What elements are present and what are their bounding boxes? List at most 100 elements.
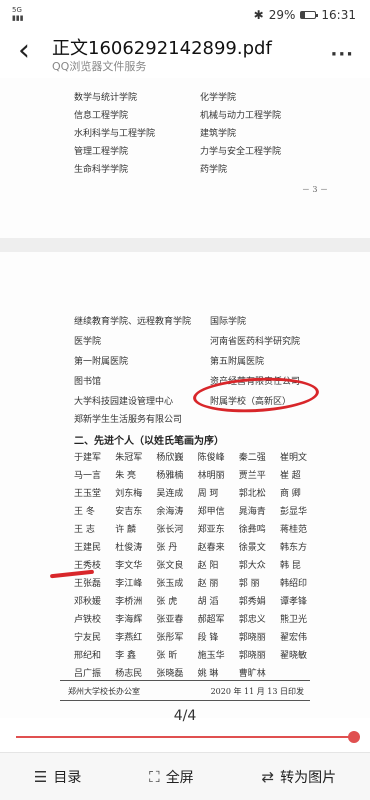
pdf-viewer[interactable]: 数学与统计学院 化学学院 信息工程学院 机械与动力工程学院 水利科学与工程学院 … — [0, 78, 370, 718]
document-title: 正文1606292142899.pdf — [52, 38, 272, 59]
name-cell: 韩东方 — [279, 543, 307, 553]
name-cell: 翟宏伟 — [279, 633, 307, 643]
app-header: ‹ 正文1606292142899.pdf QQ浏览器文件服务 ··· — [0, 30, 370, 78]
name-cell: 郑甲信 — [197, 507, 225, 517]
name-cell: 张 昕 — [156, 651, 178, 661]
page-progress-bar[interactable] — [16, 736, 354, 738]
name-cell: 晁海青 — [238, 507, 266, 517]
fullscreen-button[interactable]: ⛶ 全屏 — [149, 767, 194, 787]
image-convert-icon: ⇄ — [261, 767, 275, 786]
name-cell: 陈俊峰 — [197, 453, 225, 463]
battery-text: 29% — [268, 8, 296, 22]
list-item: 图书馆 — [74, 377, 102, 387]
list-item: 建筑学院 — [200, 129, 237, 139]
name-cell: 张 丹 — [156, 543, 178, 553]
name-cell: 翟晓敏 — [279, 651, 307, 661]
name-cell: 郭北松 — [238, 489, 266, 499]
list-item: 继续教育学院、远程教育学院 — [74, 317, 192, 327]
name-cell: 王 志 — [74, 525, 95, 535]
fullscreen-icon: ⛶ — [149, 767, 160, 786]
name-cell: 王建民 — [74, 543, 102, 553]
name-cell: 郭大众 — [238, 561, 266, 571]
toc-label: 目录 — [53, 769, 82, 786]
name-cell: 徐景文 — [238, 543, 266, 553]
signal-text: 5G — [12, 6, 22, 14]
table-row: 吕广振 杨志民 张晓磊 姚 琳 曹旷林 — [74, 666, 314, 679]
list-item: 信息工程学院 — [74, 111, 129, 121]
back-chevron-icon[interactable]: ‹ — [18, 36, 30, 66]
list-item: 医学院 — [74, 337, 102, 347]
name-cell: 周 珂 — [197, 489, 219, 499]
name-cell: 王张磊 — [74, 579, 102, 589]
name-cell: 邓秋媛 — [74, 597, 102, 607]
list-item: 河南省医药科学研究院 — [210, 337, 301, 347]
bottom-toolbar: ☰ 目录 ⛶ 全屏 ⇄ 转为图片 — [0, 752, 370, 800]
footer-rule-bottom — [60, 700, 310, 701]
issuing-office: 郑州大学校长办公室 — [68, 687, 140, 696]
table-row: 王建民 杜俊涛 张 丹 赵春来 徐景文 韩东方 — [74, 540, 314, 553]
name-cell: 李桥洲 — [115, 597, 143, 607]
pdf-page-3: 数学与统计学院 化学学院 信息工程学院 机械与动力工程学院 水利科学与工程学院 … — [0, 78, 370, 238]
convert-to-image-button[interactable]: ⇄ 转为图片 — [262, 767, 337, 787]
name-cell: 郭忠义 — [238, 615, 266, 625]
name-cell: 林明丽 — [197, 471, 225, 481]
name-cell: 徐彝鸣 — [238, 525, 266, 535]
list-icon: ☰ — [33, 767, 48, 786]
name-cell: 李海辉 — [115, 615, 143, 625]
list-item: 大学科技园建设管理中心 — [74, 397, 174, 407]
name-cell: 赵春来 — [197, 543, 225, 553]
name-cell: 施玉华 — [197, 651, 225, 661]
name-cell: 张玉成 — [156, 579, 184, 589]
name-cell: 张 虎 — [156, 597, 178, 607]
name-cell: 朱 亮 — [115, 471, 137, 481]
bluetooth-icon: ✱ — [253, 8, 264, 22]
table-row: 卢铁校 李海辉 张亚春 郝超军 郭忠义 熊卫光 — [74, 612, 314, 625]
pdf-page-4: 继续教育学院、远程教育学院 国际学院 医学院 河南省医药科学研究院 第一附属医院… — [0, 252, 370, 718]
list-item: 第一附属医院 — [74, 357, 129, 367]
name-cell: 段 锋 — [197, 633, 219, 643]
fullscreen-label: 全屏 — [165, 769, 194, 786]
issue-date: 2020 年 11 月 13 日印发 — [210, 687, 304, 696]
table-row: 王玉堂 刘东梅 吴连成 周 珂 郭北松 商 卿 — [74, 486, 314, 499]
name-cell: 安吉东 — [115, 507, 143, 517]
more-options-icon[interactable]: ··· — [330, 44, 354, 65]
name-cell: 赵 阳 — [197, 561, 219, 571]
name-cell: 曹旷林 — [238, 669, 266, 679]
name-cell: 郭 丽 — [238, 579, 260, 589]
list-item: 生命科学学院 — [74, 165, 129, 175]
name-cell: 郑亚东 — [197, 525, 225, 535]
table-row: 宁友民 李燕红 张彤军 段 锋 郭晓丽 翟宏伟 — [74, 630, 314, 643]
list-item: 国际学院 — [210, 317, 247, 327]
name-cell: 郭晓丽 — [238, 633, 266, 643]
name-cell: 韩 昆 — [279, 561, 301, 571]
table-row: 王秀枝 李文华 张文良赵 阳郭大众韩 昆 — [74, 558, 314, 571]
page-number: － 3 － — [301, 185, 328, 194]
name-cell: 韩绍印 — [279, 579, 307, 589]
list-item: 化学学院 — [200, 93, 237, 103]
toc-button[interactable]: ☰ 目录 — [34, 767, 81, 787]
table-row: 王 志 许 麟 张长河 郑亚东 徐彝鸣 蒋桂范 — [74, 522, 314, 535]
table-row: 马一言 朱 亮 杨雅楠 林明丽 贾兰平 崔 超 — [74, 468, 314, 481]
table-row: 邓秋媛 李桥洲 张 虎 胡 滔 郭秀娟 谭孝锋 — [74, 594, 314, 607]
page-divider — [0, 238, 370, 252]
status-bar: 5G ▮▮▮ ✱ 29% 16:31 — [0, 0, 370, 30]
name-cell: 崔 超 — [279, 471, 301, 481]
table-row: 王张磊 李江峰 张玉成 赵 丽 郭 丽 韩绍印 — [74, 576, 314, 589]
name-cell: 杨欣巍 — [156, 453, 184, 463]
name-cell: 宁友民 — [74, 633, 102, 643]
name-cell: 胡 滔 — [197, 597, 219, 607]
page-indicator: 4/4 — [173, 708, 197, 724]
list-item: 力学与安全工程学院 — [200, 147, 282, 157]
page-progress-handle[interactable] — [348, 731, 360, 743]
name-cell: 郭秀娟 — [238, 597, 266, 607]
name-cell — [280, 666, 314, 679]
name-cell: 李文华 — [115, 561, 143, 571]
name-cell: 姚 琳 — [197, 669, 219, 679]
name-cell: 彭显华 — [279, 507, 307, 517]
name-cell: 吕广振 — [74, 669, 102, 679]
name-cell: 余海涛 — [156, 507, 184, 517]
name-cell: 卢铁校 — [74, 615, 102, 625]
document-subtitle: QQ浏览器文件服务 — [52, 60, 147, 73]
name-cell: 李江峰 — [115, 579, 143, 589]
list-item: 数学与统计学院 — [74, 93, 138, 103]
